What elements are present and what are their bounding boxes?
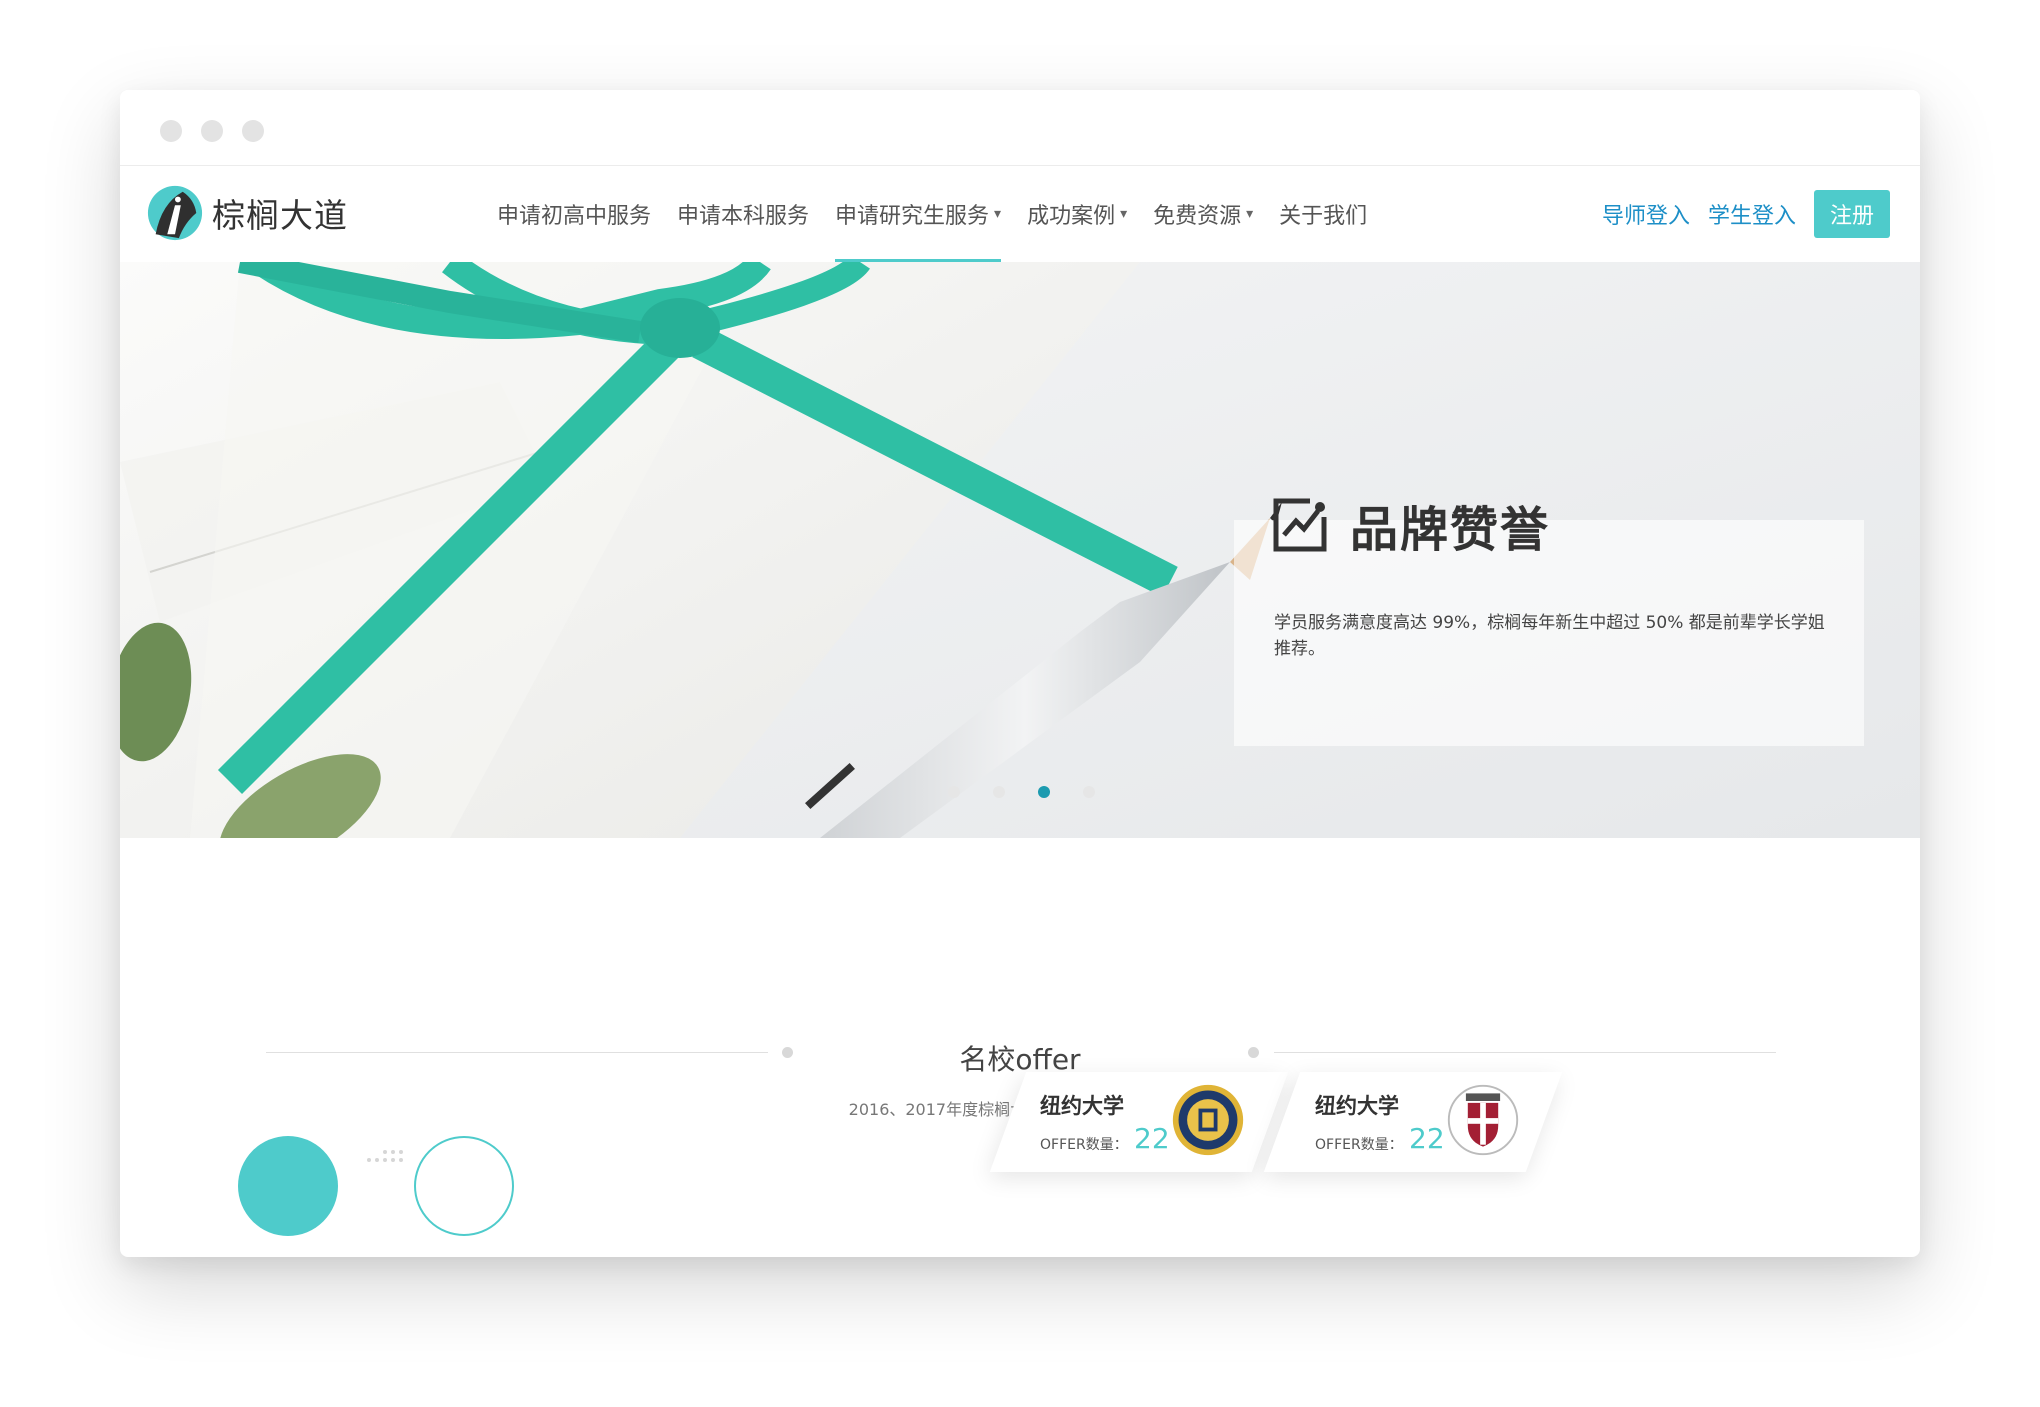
- decor-outline-circle: [414, 1136, 514, 1236]
- offer-card-content: 纽约大学 OFFER数量： 22: [1040, 1072, 1280, 1172]
- crest-seal-icon: [1447, 1084, 1519, 1156]
- offer-count-label: OFFER数量：: [1040, 1137, 1128, 1153]
- offer-count-value: 22: [1409, 1122, 1445, 1155]
- offer-count-value: 22: [1134, 1122, 1170, 1155]
- offer-count-label: OFFER数量：: [1315, 1137, 1403, 1153]
- offer-school-name: 纽约大学: [1040, 1094, 1124, 1118]
- offer-cards-layer: 纽约大学 OFFER数量： 22 纽约大学 OFFER数量： 22: [0, 0, 2040, 1257]
- decor-filled-circle: [238, 1136, 338, 1236]
- offer-school-name: 纽约大学: [1315, 1094, 1399, 1118]
- offer-card-content: 纽约大学 OFFER数量： 22: [1315, 1072, 1555, 1172]
- decor-dots: [367, 1150, 403, 1162]
- gold-seal-icon: [1172, 1084, 1244, 1156]
